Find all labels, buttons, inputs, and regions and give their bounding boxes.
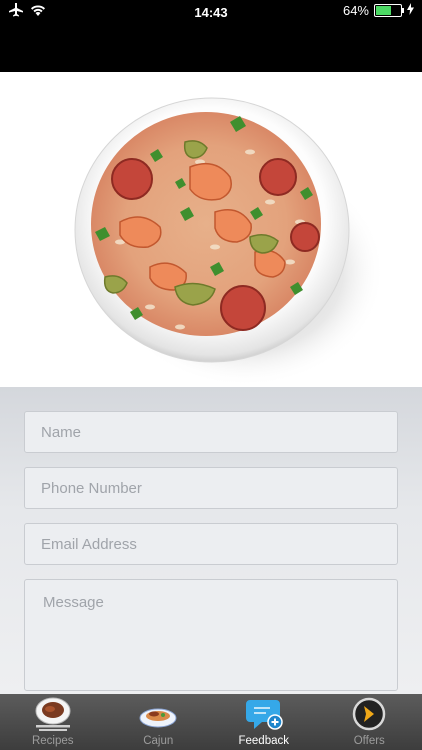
steak-plate-icon [35,697,71,731]
recipe-photo [0,72,422,387]
phone-input[interactable] [25,468,397,508]
chat-bubble-plus-icon [245,700,283,730]
tab-label-cajun: Cajun [143,735,174,747]
charging-icon [407,3,414,18]
message-field-container [24,579,398,691]
email-input[interactable] [25,524,397,564]
email-field-container [24,523,398,565]
tab-feedback[interactable]: Feedback [211,694,317,750]
tab-bar: Recipes Cajun Feedback Offers [0,694,422,750]
tab-recipes[interactable]: Recipes [0,694,106,750]
tab-label-recipes: Recipes [31,735,74,747]
battery-icon [374,4,404,17]
tab-cajun[interactable]: Cajun [106,694,212,750]
tab-label-offers: Offers [353,735,385,747]
chevron-circle-icon [353,697,386,731]
tab-offers[interactable]: Offers [317,694,422,750]
cajun-plate-icon [139,708,177,728]
tab-label-feedback: Feedback [238,735,289,747]
phone-field-container [24,467,398,509]
name-input[interactable] [25,412,397,452]
battery-percent: 64% [342,3,369,18]
jambalaya-bowl-image [74,97,385,387]
status-bar: 14:43 64% [0,0,422,72]
message-input[interactable] [25,580,397,690]
name-field-container [24,411,398,453]
feedback-form [0,387,422,694]
